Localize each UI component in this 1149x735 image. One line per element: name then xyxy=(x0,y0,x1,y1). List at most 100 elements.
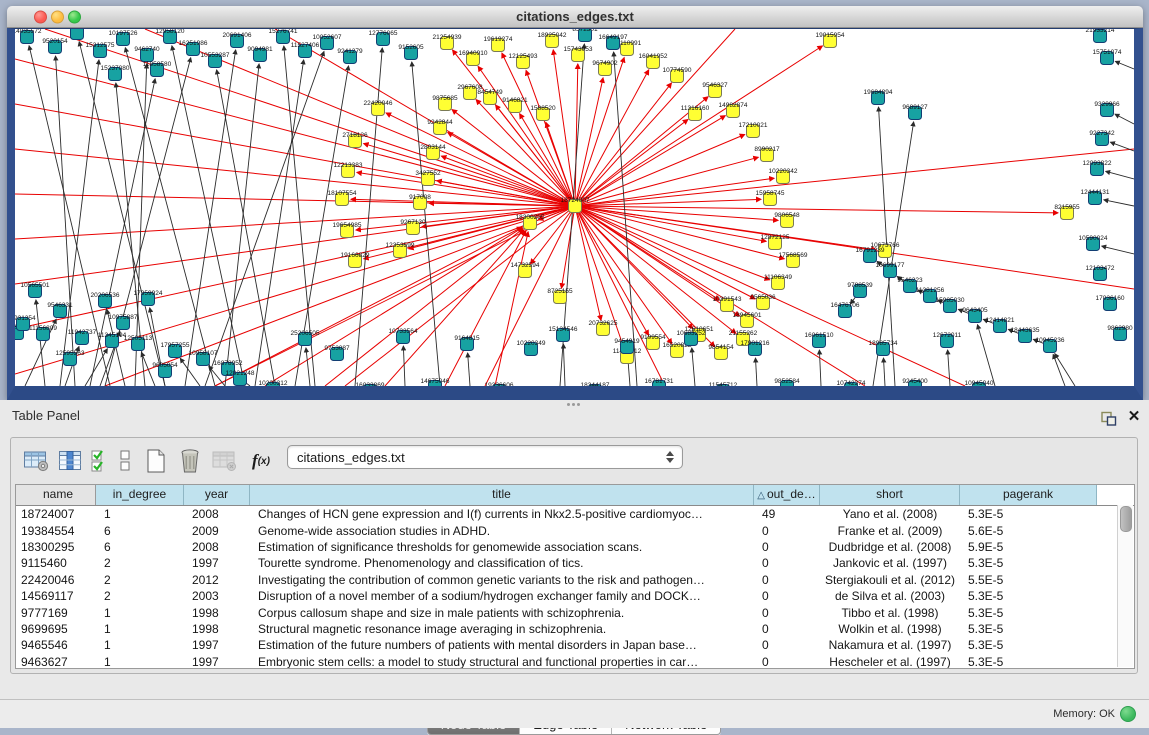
cell-pagerank[interactable]: 5.6E-5 xyxy=(960,524,1097,538)
cell-title[interactable]: Estimation of the future numbers of pati… xyxy=(250,638,754,652)
network-node[interactable]: 20732625 xyxy=(589,320,618,336)
cell-name[interactable]: 18724007 xyxy=(16,507,96,521)
cell-in-degree[interactable]: 2 xyxy=(96,556,184,570)
network-node[interactable]: 14732594 xyxy=(511,262,540,278)
cell-short[interactable]: Hescheler et al. (1997) xyxy=(820,655,960,669)
network-node[interactable]: 12872125 xyxy=(761,234,790,250)
cell-title[interactable]: Changes of HCN gene expression and I(f) … xyxy=(250,507,754,521)
cell-pagerank[interactable]: 5.3E-5 xyxy=(960,556,1097,570)
network-node[interactable]: 9643405 xyxy=(962,307,988,323)
cell-short[interactable]: de Silva et al. (2003) xyxy=(820,589,960,603)
network-node[interactable]: 10590024 xyxy=(1079,235,1108,251)
column-header-in-degree[interactable]: in_degree xyxy=(96,485,184,505)
network-node[interactable]: 11545712 xyxy=(709,382,738,386)
close-panel-icon[interactable]: ✕ xyxy=(1126,408,1142,426)
cell-year[interactable]: 1997 xyxy=(184,638,250,652)
select-all-button[interactable] xyxy=(87,445,113,477)
cell-out-degree[interactable]: 0 xyxy=(754,622,820,636)
cell-in-degree[interactable]: 6 xyxy=(96,524,184,538)
cell-title[interactable]: Corpus callosum shape and size in male p… xyxy=(250,606,754,620)
cell-title[interactable]: Structural magnetic resonance image aver… xyxy=(250,622,754,636)
cell-name[interactable]: 9777169 xyxy=(16,606,96,620)
cell-out-degree[interactable]: 0 xyxy=(754,573,820,587)
network-node[interactable]: 9152605 xyxy=(398,44,424,60)
network-node[interactable]: 12505113 xyxy=(124,335,153,351)
network-node[interactable]: 9605054 xyxy=(152,362,178,378)
column-header-name[interactable]: name xyxy=(16,485,96,505)
column-header-out-degree[interactable]: △out_de… xyxy=(754,485,820,505)
cell-short[interactable]: Franke et al. (2009) xyxy=(820,524,960,538)
network-node[interactable]: 9164815 xyxy=(454,335,480,351)
cell-name[interactable]: 9699695 xyxy=(16,622,96,636)
network-node[interactable]: 19619274 xyxy=(484,36,513,52)
network-node[interactable]: 2718126 xyxy=(342,132,368,148)
network-node[interactable]: 8990217 xyxy=(754,146,780,162)
network-node[interactable]: 10945040 xyxy=(965,380,994,386)
network-node[interactable]: 12672011 xyxy=(933,332,962,348)
function-builder-button[interactable]: f(x) xyxy=(241,445,281,477)
cell-pagerank[interactable]: 5.3E-5 xyxy=(960,638,1097,652)
select-column-button[interactable] xyxy=(53,445,87,477)
network-node[interactable]: 17568569 xyxy=(779,252,808,268)
network-node[interactable]: 11527406 xyxy=(291,42,320,58)
cell-title[interactable]: Estimation of significance thresholds fo… xyxy=(250,540,754,554)
table-row[interactable]: 1938455462009Genome-wide association stu… xyxy=(16,522,1134,538)
network-node[interactable]: 21933214 xyxy=(1086,29,1115,43)
cell-short[interactable]: Tibbo et al. (1998) xyxy=(820,606,960,620)
delete-column-button[interactable] xyxy=(173,445,207,477)
network-node[interactable]: 16781731 xyxy=(645,378,674,386)
network-node[interactable]: 9852584 xyxy=(774,378,800,386)
network-node[interactable]: 8572301 xyxy=(572,29,598,42)
deselect-all-button[interactable] xyxy=(113,445,139,477)
network-node[interactable]: 15958745 xyxy=(756,190,785,206)
network-node[interactable]: 18925042 xyxy=(538,32,567,48)
table-row[interactable]: 2242004622012Investigating the contribut… xyxy=(16,572,1134,588)
network-node[interactable]: 9146821 xyxy=(502,97,528,113)
scrollbar-thumb[interactable] xyxy=(1120,506,1132,532)
cell-name[interactable]: 19384554 xyxy=(16,524,96,538)
network-node[interactable]: 9674902 xyxy=(592,60,618,76)
cell-short[interactable]: Wolkin et al. (1998) xyxy=(820,622,960,636)
cell-out-degree[interactable]: 0 xyxy=(754,606,820,620)
cell-in-degree[interactable]: 1 xyxy=(96,655,184,669)
cell-out-degree[interactable]: 0 xyxy=(754,556,820,570)
network-node[interactable]: 9245400 xyxy=(902,378,928,386)
network-node[interactable]: 15237080 xyxy=(101,65,130,81)
memory-ok-indicator[interactable] xyxy=(1120,706,1136,722)
cell-pagerank[interactable]: 5.3E-5 xyxy=(960,507,1097,521)
table-row[interactable]: 1872400712008Changes of HCN gene express… xyxy=(16,506,1134,522)
network-node[interactable]: 18344187 xyxy=(581,382,610,386)
network-node[interactable]: 9565036 xyxy=(750,294,776,310)
network-node[interactable]: 21254939 xyxy=(433,34,462,50)
network-node[interactable]: 11156809 xyxy=(29,325,57,341)
cell-short[interactable]: Dudbridge et al. (2008) xyxy=(820,540,960,554)
cell-year[interactable]: 1998 xyxy=(184,622,250,636)
cell-pagerank[interactable]: 5.3E-5 xyxy=(960,655,1097,669)
cell-year[interactable]: 1998 xyxy=(184,606,250,620)
network-node[interactable]: 8725155 xyxy=(547,288,573,304)
cell-name[interactable]: 14569117 xyxy=(16,589,96,603)
network-window-titlebar[interactable]: citations_edges.txt xyxy=(7,6,1143,28)
cell-out-degree[interactable]: 0 xyxy=(754,589,820,603)
cell-pagerank[interactable]: 5.3E-5 xyxy=(960,589,1097,603)
cell-title[interactable]: Tourette syndrome. Phenomenology and cla… xyxy=(250,556,754,570)
table-row[interactable]: 977716911998Corpus callosum shape and si… xyxy=(16,604,1134,620)
network-node[interactable]: 12595563 xyxy=(56,350,85,366)
panel-resize-grip[interactable] xyxy=(567,401,581,407)
network-node[interactable]: 12103472 xyxy=(1086,265,1115,281)
cell-title[interactable]: Disruption of a novel member of a sodium… xyxy=(250,589,754,603)
network-node[interactable]: 9788539 xyxy=(847,282,873,298)
cell-year[interactable]: 2012 xyxy=(184,573,250,587)
network-node[interactable]: 11316160 xyxy=(681,105,710,121)
cell-year[interactable]: 1997 xyxy=(184,556,250,570)
cell-name[interactable]: 18300295 xyxy=(16,540,96,554)
network-node[interactable]: 10391543 xyxy=(713,296,742,312)
network-node[interactable]: 9227342 xyxy=(1089,130,1115,146)
cell-name[interactable]: 9115460 xyxy=(16,556,96,570)
network-node[interactable]: 12093822 xyxy=(1083,160,1112,176)
network-node[interactable]: 8215955 xyxy=(1054,204,1080,220)
table-row[interactable]: 1830029562008Estimation of significance … xyxy=(16,539,1134,555)
table-chooser-dropdown[interactable]: citations_edges.txt xyxy=(287,445,683,469)
cell-pagerank[interactable]: 5.3E-5 xyxy=(960,622,1097,636)
network-node[interactable]: 22420046 xyxy=(364,100,393,116)
